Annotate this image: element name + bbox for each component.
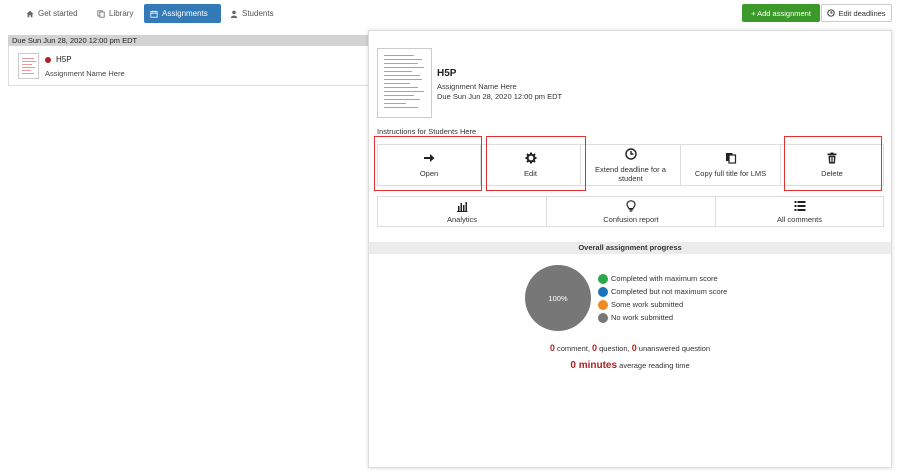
open-label: Open [419, 169, 439, 178]
analytics-button[interactable]: Analytics [377, 196, 547, 227]
all-comments-label: All comments [776, 214, 822, 224]
reading-time-value: 0 minutes [570, 360, 618, 371]
reading-time-label: average reading time [619, 361, 690, 370]
trash-icon [827, 152, 837, 164]
clock-icon [827, 9, 836, 17]
copy-title-label: Copy full title for LMS [694, 169, 767, 178]
user-icon [230, 10, 238, 18]
copy-icon [97, 9, 105, 18]
instructions-label: Instructions for Students Here [377, 127, 477, 136]
status-dot [45, 57, 51, 63]
top-nav: Get started Library Assignments Students… [0, 0, 900, 28]
arrow-right-icon [424, 154, 435, 162]
add-assignment-label: + Add assignment [751, 8, 811, 18]
legend-item: Completed with maximum score [598, 272, 727, 285]
edit-button[interactable]: Edit [480, 144, 581, 186]
tab-label: Get started [38, 9, 78, 18]
comment-count: 0 [549, 343, 555, 353]
legend-label: No work submitted [611, 313, 674, 322]
assignment-name: Assignment Name Here [437, 82, 517, 91]
progress-heading: Overall assignment progress [369, 242, 891, 254]
tab-library[interactable]: Library [91, 4, 139, 23]
tab-label: Assignments [162, 9, 208, 18]
tab-label: Students [242, 9, 274, 18]
assignment-detail-panel: H5P Assignment Name Here Due Sun Jun 28,… [368, 30, 892, 468]
tab-assignments[interactable]: Assignments [144, 4, 221, 23]
document-thumbnail [377, 48, 432, 118]
extend-deadline-button[interactable]: Extend deadline for a student [580, 144, 681, 186]
tab-get-started[interactable]: Get started [20, 4, 84, 23]
add-assignment-button[interactable]: + Add assignment [742, 4, 820, 22]
all-comments-button[interactable]: All comments [715, 196, 884, 227]
legend-label: Completed but not maximum score [611, 287, 728, 296]
tab-label: Library [109, 9, 134, 18]
lightbulb-icon [626, 199, 636, 212]
comment-stats: 0 comment, 0 question, 0 unanswered ques… [369, 343, 891, 353]
copy-title-button[interactable]: Copy full title for LMS [680, 144, 781, 186]
reading-time: 0 minutes average reading time [369, 360, 891, 371]
legend-swatch-orange [598, 299, 608, 310]
legend-item: No work submitted [598, 311, 727, 324]
gear-icon [525, 152, 536, 164]
edit-deadlines-label: Edit deadlines [838, 8, 886, 18]
question-label: question, [599, 344, 630, 353]
unanswered-count: 0 [631, 343, 637, 353]
pie-label: 100% [548, 293, 568, 303]
progress-pie-chart: 100% [525, 265, 591, 331]
delete-button[interactable]: Delete [780, 144, 884, 186]
assignment-thumbnail [18, 53, 39, 79]
legend-item: Some work submitted [598, 298, 727, 311]
edit-label: Edit [524, 169, 537, 178]
delete-label: Delete [821, 169, 843, 178]
edit-deadlines-button[interactable]: Edit deadlines [821, 4, 892, 22]
assignment-title: H5P [56, 55, 72, 64]
question-count: 0 [592, 343, 598, 353]
legend-label: Some work submitted [611, 300, 684, 309]
legend-swatch-gray [598, 312, 608, 323]
assignment-subtitle: Assignment Name Here [45, 69, 125, 78]
legend-swatch-blue [598, 286, 608, 297]
bar-chart-icon [457, 201, 468, 212]
calendar-icon [150, 10, 158, 18]
progress-legend: Completed with maximum score Completed b… [598, 272, 727, 324]
assignment-card[interactable]: H5P Assignment Name Here [8, 46, 370, 86]
copy-icon [725, 153, 736, 164]
panel-title: H5P [437, 68, 457, 79]
tab-students[interactable]: Students [224, 4, 280, 23]
open-button[interactable]: Open [377, 144, 481, 186]
extend-deadline-label: Extend deadline for a student [595, 164, 666, 183]
due-date-header: Due Sun Jun 28, 2020 12:00 pm EDT [8, 35, 370, 46]
legend-swatch-green [598, 273, 608, 284]
comment-label: comment, [557, 344, 590, 353]
home-icon [26, 10, 34, 17]
list-icon [794, 200, 805, 211]
unanswered-label: unanswered question [638, 344, 711, 353]
legend-label: Completed with maximum score [611, 274, 718, 283]
confusion-report-label: Confusion report [603, 214, 659, 224]
clock-icon [624, 147, 637, 160]
legend-item: Completed but not maximum score [598, 285, 727, 298]
due-date: Due Sun Jun 28, 2020 12:00 pm EDT [437, 92, 563, 101]
confusion-report-button[interactable]: Confusion report [546, 196, 716, 227]
analytics-label: Analytics [446, 214, 477, 224]
